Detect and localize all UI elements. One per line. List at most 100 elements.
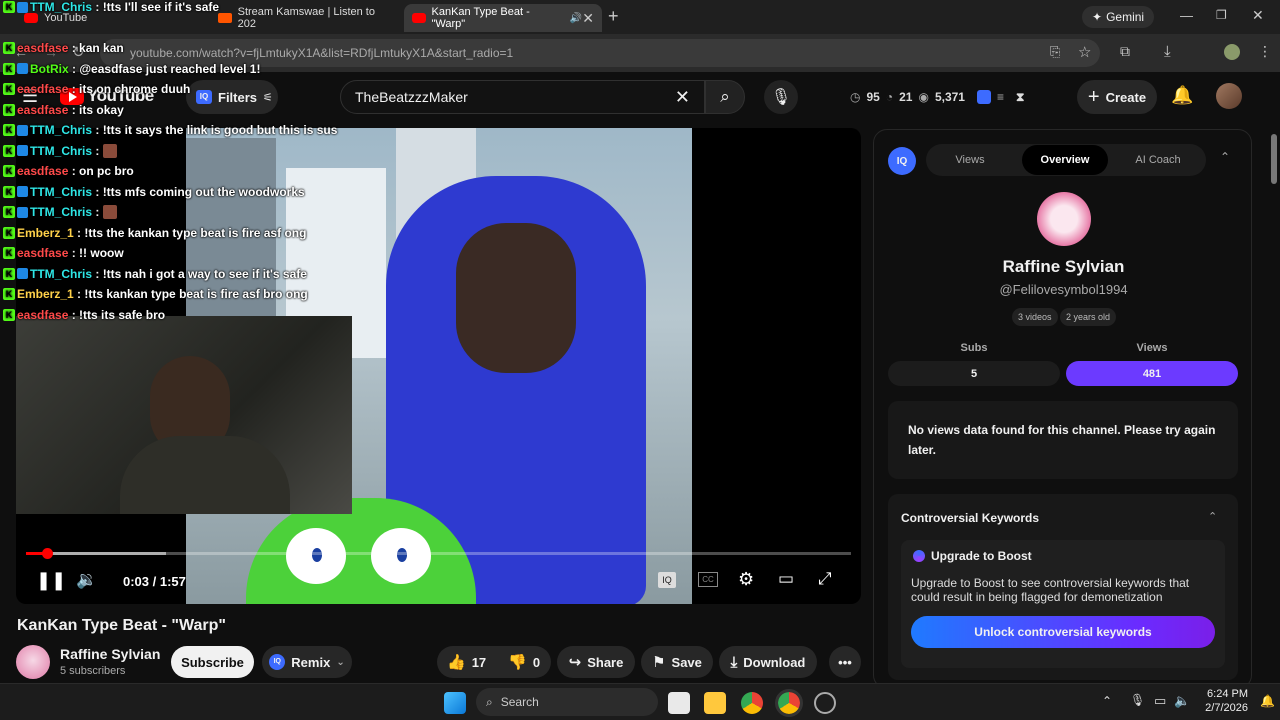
- subs-label: Subs: [960, 342, 988, 354]
- chat-separator: :: [92, 143, 103, 158]
- chat-username[interactable]: TTM_Chris: [30, 0, 92, 14]
- tab-ai-coach[interactable]: AI Coach: [1118, 145, 1198, 175]
- iq-badge-icon[interactable]: [976, 90, 991, 104]
- more-actions-icon[interactable]: •••: [829, 646, 861, 678]
- dislike-icon[interactable]: 👎: [508, 653, 527, 671]
- bookmark-star-icon[interactable]: ☆: [1078, 43, 1091, 61]
- chat-username[interactable]: easdfase: [17, 246, 68, 260]
- microsoft-store-icon[interactable]: [668, 692, 690, 714]
- progress-bar[interactable]: [26, 548, 851, 559]
- fullscreen-icon[interactable]: ⤢: [818, 569, 832, 589]
- filters-button[interactable]: IQ Filters ⚟: [186, 80, 278, 114]
- cast-icon[interactable]: ⎘: [1050, 44, 1060, 60]
- subscribe-button[interactable]: Subscribe: [171, 646, 254, 678]
- chat-badge-icon: [17, 206, 28, 218]
- chat-username[interactable]: easdfase: [17, 103, 68, 117]
- voice-search-button[interactable]: 🎙: [764, 80, 798, 114]
- list-icon[interactable]: ≡: [997, 90, 1004, 104]
- collapse-panel-icon[interactable]: ⌃: [1220, 150, 1230, 164]
- extensions-icon[interactable]: ⧉: [1120, 43, 1130, 60]
- volume-tray-icon[interactable]: 🔈: [1174, 693, 1190, 709]
- kick-badge-icon: K: [3, 288, 15, 300]
- tab-views[interactable]: Views: [930, 145, 1010, 175]
- close-window-icon[interactable]: ✕: [1252, 7, 1264, 24]
- settings-gear-icon[interactable]: ⚙: [738, 569, 754, 590]
- chat-username[interactable]: TTM_Chris: [30, 205, 92, 219]
- chat-username[interactable]: easdfase: [17, 164, 68, 178]
- taskbar-search[interactable]: ⌕ Search: [476, 688, 658, 716]
- stat-c: 5,371: [934, 90, 965, 104]
- vidiq-logo-icon: IQ: [888, 147, 916, 175]
- vidiq-panel: IQ Views Overview AI Coach ⌃ Raffine Syl…: [873, 129, 1252, 689]
- microphone-tray-icon[interactable]: 🎙: [1130, 693, 1145, 707]
- create-button[interactable]: + Create: [1077, 80, 1157, 114]
- chat-username[interactable]: TTM_Chris: [30, 144, 92, 158]
- chat-username[interactable]: easdfase: [17, 41, 68, 55]
- network-icon[interactable]: ▭: [1154, 693, 1166, 709]
- profile-avatar[interactable]: [1224, 44, 1240, 60]
- share-button[interactable]: ↪ Share: [557, 646, 635, 678]
- notifications-icon[interactable]: 🔔: [1260, 694, 1275, 708]
- account-avatar[interactable]: [1216, 83, 1242, 109]
- clock[interactable]: 6:24 PM 2/7/2026: [1198, 687, 1248, 715]
- chat-separator: :: [92, 266, 103, 281]
- boost-icon: [913, 550, 925, 562]
- tab-soundcloud[interactable]: Stream Kamswae | Listen to 202: [210, 4, 400, 32]
- search-button[interactable]: ⌕: [705, 80, 745, 114]
- views-toggle[interactable]: 481: [1066, 361, 1238, 386]
- notifications-bell-icon[interactable]: 🔔: [1171, 85, 1193, 106]
- download-button[interactable]: ⤓ Download: [719, 646, 817, 678]
- search-input[interactable]: TheBeatzzzMaker ✕: [340, 80, 705, 114]
- theater-mode-icon[interactable]: ▭: [778, 569, 794, 589]
- chat-message: K TTM_Chris : !tts I'll see if it's safe: [0, 0, 219, 17]
- remix-button[interactable]: IQ Remix ⌄: [262, 646, 352, 678]
- chat-username[interactable]: easdfase: [17, 82, 68, 96]
- chat-text: its on chrome duuh: [79, 82, 191, 96]
- chat-text: on pc bro: [79, 164, 134, 178]
- chrome-profile-icon[interactable]: [775, 689, 803, 717]
- like-icon[interactable]: 👍: [447, 653, 466, 671]
- download-icon[interactable]: ⤓: [1164, 43, 1171, 60]
- chat-username[interactable]: TTM_Chris: [30, 267, 92, 281]
- chrome-icon[interactable]: [741, 692, 763, 714]
- save-button[interactable]: ⚑ Save: [641, 646, 713, 678]
- tab-kankan[interactable]: KanKan Type Beat - "Warp" 🔊 ✕: [404, 4, 602, 32]
- unlock-keywords-button[interactable]: Unlock controversial keywords: [911, 616, 1215, 648]
- channel-avatar[interactable]: [16, 645, 50, 679]
- captions-icon[interactable]: CC: [698, 572, 718, 587]
- new-tab-icon[interactable]: +: [608, 6, 619, 27]
- subs-toggle[interactable]: 5: [888, 361, 1060, 386]
- kebab-menu-icon[interactable]: ⋮: [1258, 43, 1272, 60]
- channel-name[interactable]: Raffine Sylvian: [60, 646, 160, 662]
- vidiq-player-icon[interactable]: IQ: [658, 572, 676, 588]
- chat-text: !tts kankan type beat is fire asf bro on…: [84, 287, 308, 301]
- clear-search-icon[interactable]: ✕: [675, 87, 690, 108]
- collapse-section-icon[interactable]: ⌃: [1208, 510, 1217, 523]
- chat-username[interactable]: BotRix: [30, 62, 69, 76]
- obs-icon[interactable]: [814, 692, 836, 714]
- start-windows-icon[interactable]: [444, 692, 466, 714]
- pause-icon[interactable]: ❚❚: [36, 570, 66, 591]
- close-tab-icon[interactable]: ✕: [582, 10, 594, 27]
- no-data-card: No views data found for this channel. Pl…: [888, 401, 1238, 479]
- scrubber-handle[interactable]: [42, 548, 54, 559]
- chat-username[interactable]: easdfase: [17, 308, 68, 322]
- speaker-icon[interactable]: 🔊: [570, 13, 582, 24]
- file-explorer-icon[interactable]: [704, 692, 726, 714]
- kick-badge-icon: K: [3, 267, 15, 280]
- tab-label: AI Coach: [1135, 154, 1181, 166]
- tray-chevron-icon[interactable]: ⌃: [1102, 694, 1112, 708]
- tab-overview[interactable]: Overview: [1022, 145, 1108, 175]
- page-scrollbar[interactable]: [1268, 120, 1280, 683]
- chat-username[interactable]: Emberz_1: [17, 226, 74, 240]
- volume-icon[interactable]: 🔉: [76, 570, 97, 590]
- chat-username[interactable]: TTM_Chris: [30, 123, 92, 137]
- chat-username[interactable]: Emberz_1: [17, 287, 74, 301]
- restore-icon[interactable]: ❐: [1216, 8, 1227, 22]
- chat-username[interactable]: TTM_Chris: [30, 185, 92, 199]
- chat-message: Keasdfase : on pc bro: [0, 161, 134, 181]
- gemini-button[interactable]: ✦ Gemini: [1082, 6, 1155, 28]
- hourglass-icon[interactable]: ⧗: [1016, 90, 1024, 105]
- chat-message: K BotRix : @easdfase just reached level 1…: [0, 59, 260, 79]
- minimize-icon[interactable]: —: [1180, 8, 1193, 23]
